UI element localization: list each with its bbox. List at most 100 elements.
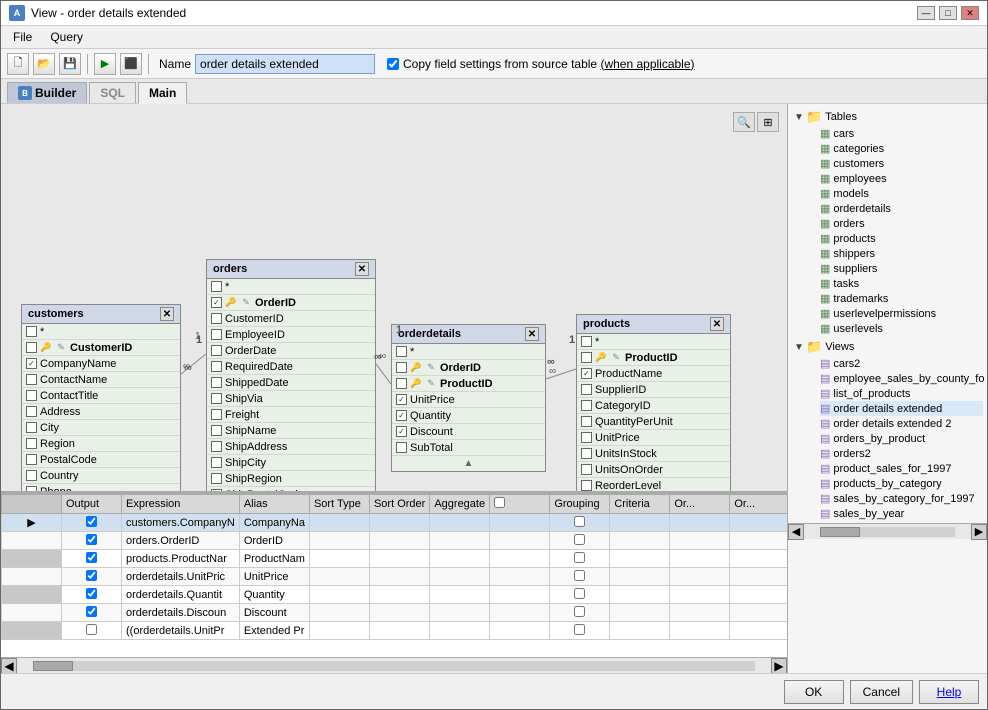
table-products-close[interactable]: ✕	[710, 317, 724, 331]
grid-grouping-6[interactable]	[550, 604, 610, 622]
table-products[interactable]: products ✕ * 🔑 ✎ ProductID	[576, 314, 731, 492]
grid-alias-1[interactable]: CompanyNa	[239, 514, 309, 532]
grid-grouping-check-3[interactable]	[490, 550, 550, 568]
tree-item-models[interactable]: ▦ models	[820, 186, 983, 201]
grid-expr-3[interactable]: products.ProductNar	[122, 550, 240, 568]
grid-grouping-check-5[interactable]	[490, 586, 550, 604]
grid-grouping-check-2[interactable]	[490, 532, 550, 550]
grid-grouping-check-6[interactable]	[490, 604, 550, 622]
orders-requireddate-check[interactable]	[211, 361, 222, 372]
orders-shipcity-check[interactable]	[211, 457, 222, 468]
grid-expr-6[interactable]: orderdetails.Discoun	[122, 604, 240, 622]
grid-sort-type-1[interactable]	[309, 514, 369, 532]
tree-views-section[interactable]: ▼ 📁 Views	[792, 338, 983, 356]
grid-aggregate-7[interactable]	[430, 622, 490, 640]
tree-view-sales-by-category-1997[interactable]: ▤ sales_by_category_for_1997	[820, 491, 983, 506]
orders-shipregion-check[interactable]	[211, 473, 222, 484]
customers-star-check[interactable]	[26, 326, 37, 337]
grid-output-5[interactable]	[62, 586, 122, 604]
tree-item-userlevelpermissions[interactable]: ▦ userlevelpermissions	[820, 306, 983, 321]
grid-or2-5[interactable]	[730, 586, 787, 604]
grid-or1-6[interactable]	[670, 604, 730, 622]
grid-output-4[interactable]	[62, 568, 122, 586]
grid-area[interactable]: Output Expression Alias Sort Type Sort O…	[1, 492, 787, 657]
grid-grouping-4[interactable]	[550, 568, 610, 586]
tree-view-cars2[interactable]: ▤ cars2	[820, 356, 983, 371]
grid-criteria-7[interactable]	[610, 622, 670, 640]
grid-or1-3[interactable]	[670, 550, 730, 568]
prod-productname-check[interactable]	[581, 368, 592, 379]
diagram-search-btn[interactable]: 🔍	[733, 112, 755, 132]
grid-expr-2[interactable]: orders.OrderID	[122, 532, 240, 550]
customers-contactname-check[interactable]	[26, 374, 37, 385]
table-orders-header[interactable]: orders ✕	[207, 260, 375, 279]
grid-or1-5[interactable]	[670, 586, 730, 604]
customers-postalcode-check[interactable]	[26, 454, 37, 465]
grid-sort-type-2[interactable]	[309, 532, 369, 550]
grid-aggregate-2[interactable]	[430, 532, 490, 550]
hscroll[interactable]: ◀ ▶	[1, 657, 787, 673]
od-discount-check[interactable]	[396, 426, 407, 437]
grid-expr-4[interactable]: orderdetails.UnitPric	[122, 568, 240, 586]
grid-sort-order-7[interactable]	[369, 622, 429, 640]
tree-item-customers[interactable]: ▦ customers	[820, 156, 983, 171]
minimize-button[interactable]: —	[917, 6, 935, 20]
toolbar-save[interactable]: 💾	[59, 53, 81, 75]
grid-output-3[interactable]	[62, 550, 122, 568]
grid-output-6[interactable]	[62, 604, 122, 622]
tree-view-order-details-extended-2[interactable]: ▤ order details extended 2	[820, 416, 983, 431]
tree-tables-toggle[interactable]: ▼	[792, 112, 806, 123]
customers-companyname-check[interactable]	[26, 358, 37, 369]
grid-or1-2[interactable]	[670, 532, 730, 550]
toolbar-run[interactable]: ▶	[94, 53, 116, 75]
grid-criteria-2[interactable]	[610, 532, 670, 550]
grid-or1-7[interactable]	[670, 622, 730, 640]
tree-item-orderdetails[interactable]: ▦ orderdetails	[820, 201, 983, 216]
grid-alias-7[interactable]: Extended Pr	[239, 622, 309, 640]
tab-builder[interactable]: B Builder	[7, 82, 87, 103]
orders-shippeddate-check[interactable]	[211, 377, 222, 388]
grid-sort-type-7[interactable]	[309, 622, 369, 640]
grid-aggregate-5[interactable]	[430, 586, 490, 604]
tree-view-orders2[interactable]: ▤ orders2	[820, 446, 983, 461]
tab-sql[interactable]: SQL	[89, 82, 136, 103]
grid-alias-3[interactable]: ProductNam	[239, 550, 309, 568]
orders-shipvia-check[interactable]	[211, 393, 222, 404]
orders-employeeid-check[interactable]	[211, 329, 222, 340]
tree-item-categories[interactable]: ▦ categories	[820, 141, 983, 156]
prod-unitsonorder-check[interactable]	[581, 464, 592, 475]
customers-contacttitle-check[interactable]	[26, 390, 37, 401]
right-hscroll-right[interactable]: ▶	[971, 524, 987, 540]
tree-item-employees[interactable]: ▦ employees	[820, 171, 983, 186]
table-customers-header[interactable]: customers ✕	[22, 305, 180, 324]
grid-or2-6[interactable]	[730, 604, 787, 622]
grid-or2-3[interactable]	[730, 550, 787, 568]
menu-query[interactable]: Query	[42, 28, 91, 46]
od-orderid-check[interactable]	[396, 362, 407, 373]
hscroll-track[interactable]	[33, 661, 755, 671]
table-row[interactable]: ((orderdetails.UnitPr Extended Pr	[2, 622, 788, 640]
toolbar-stop[interactable]: ⬛	[120, 53, 142, 75]
table-orders-close[interactable]: ✕	[355, 262, 369, 276]
grid-alias-5[interactable]: Quantity	[239, 586, 309, 604]
customers-phone-check[interactable]	[26, 486, 37, 492]
tree-view-product-sales-1997[interactable]: ▤ product_sales_for_1997	[820, 461, 983, 476]
customers-city-check[interactable]	[26, 422, 37, 433]
diagram-toggle-btn[interactable]: ⊞	[757, 112, 779, 132]
tree-item-cars[interactable]: ▦ cars	[820, 126, 983, 141]
orders-orderdate-check[interactable]	[211, 345, 222, 356]
od-subtotal-check[interactable]	[396, 442, 407, 453]
grid-sort-type-3[interactable]	[309, 550, 369, 568]
copy-settings-checkbox[interactable]	[387, 58, 399, 70]
name-input[interactable]	[195, 54, 375, 74]
tree-item-tasks[interactable]: ▦ tasks	[820, 276, 983, 291]
grid-or1-4[interactable]	[670, 568, 730, 586]
prod-unitsinstock-check[interactable]	[581, 448, 592, 459]
grid-expr-1[interactable]: customers.CompanyN	[122, 514, 240, 532]
od-star-check[interactable]	[396, 346, 407, 357]
right-hscroll[interactable]: ◀ ▶	[788, 523, 987, 539]
grid-sort-order-5[interactable]	[369, 586, 429, 604]
grid-criteria-5[interactable]	[610, 586, 670, 604]
grid-criteria-4[interactable]	[610, 568, 670, 586]
grid-grouping-check-4[interactable]	[490, 568, 550, 586]
